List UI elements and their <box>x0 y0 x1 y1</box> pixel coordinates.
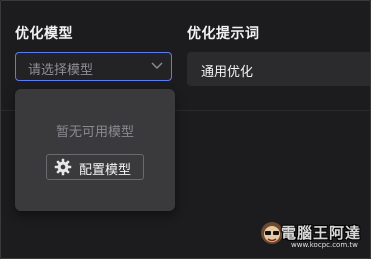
model-select-placeholder: 请选择模型 <box>28 63 94 78</box>
watermark-brand: 電腦王阿達 <box>281 224 362 242</box>
app-window: 优化模型 优化提示词 请选择模型 通用优化 暂无可用模型 配置模型 電腦王阿達 … <box>0 0 371 259</box>
chevron-down-icon <box>151 62 163 69</box>
prompt-label: 优化提示词 <box>187 26 260 42</box>
configure-models-button[interactable]: 配置模型 <box>46 154 144 180</box>
watermark: 電腦王阿達 www.kocpc.com.tw <box>259 220 364 250</box>
model-label: 优化模型 <box>15 26 73 42</box>
model-select[interactable]: 请选择模型 <box>15 52 172 81</box>
empty-models-text: 暂无可用模型 <box>55 125 134 140</box>
watermark-url: www.kocpc.com.tw <box>291 241 358 249</box>
prompt-select[interactable]: 通用优化 <box>187 52 370 86</box>
configure-models-label: 配置模型 <box>79 163 132 178</box>
gear-icon <box>54 158 72 176</box>
model-dropdown-menu: 暂无可用模型 配置模型 <box>15 89 175 211</box>
prompt-select-value: 通用优化 <box>201 65 254 80</box>
